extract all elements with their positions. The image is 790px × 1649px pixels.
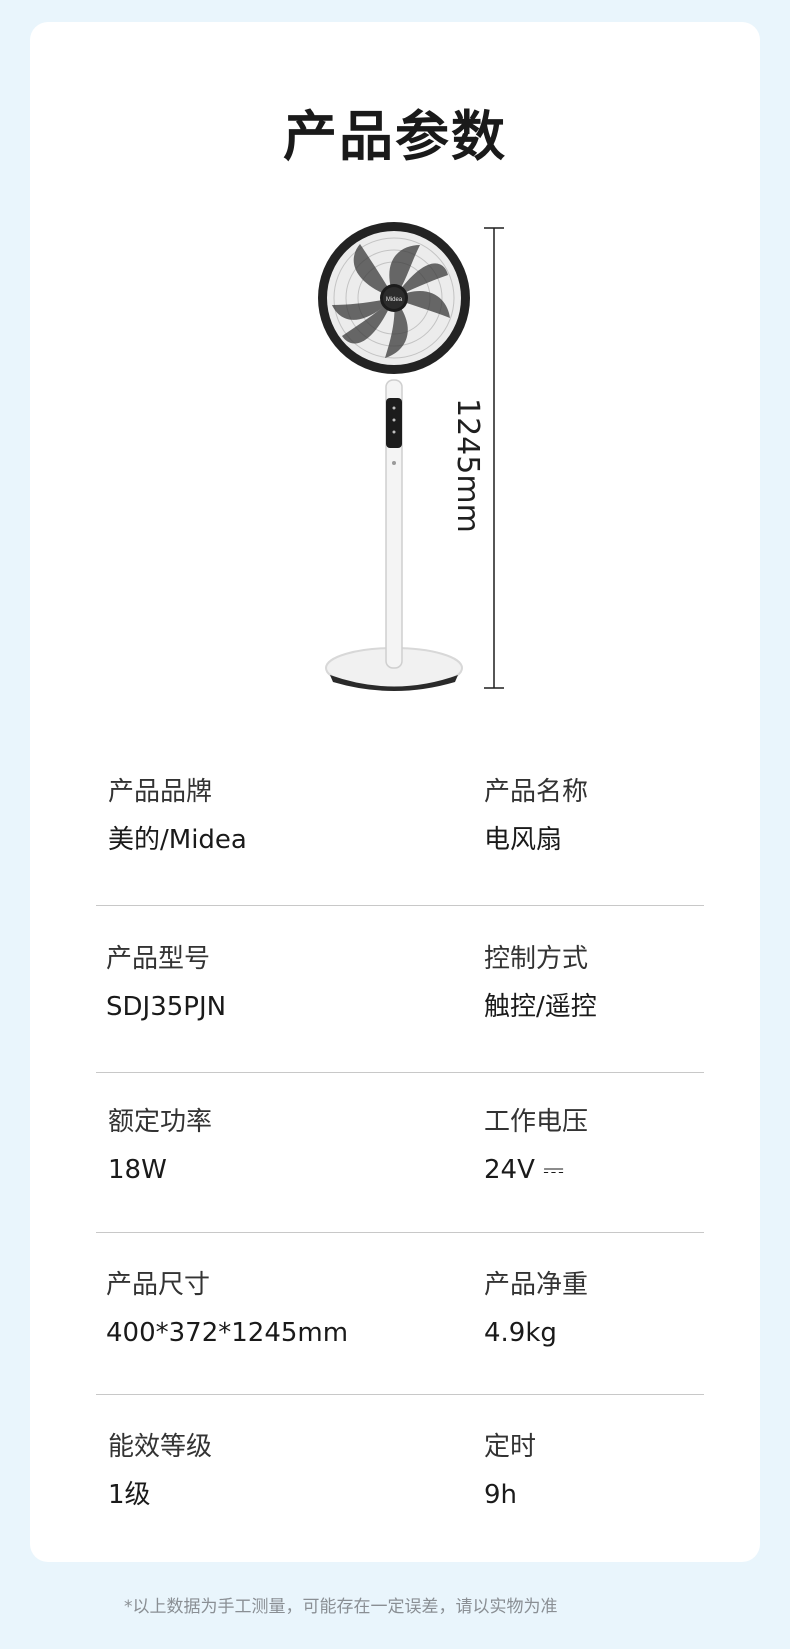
spec-label: 控制方式 bbox=[484, 944, 589, 974]
spec-cell-operating-voltage: 工作电压 24V ⎓ bbox=[484, 1105, 588, 1187]
spec-cell-dimensions: 产品尺寸 400*372*1245mm bbox=[106, 1268, 348, 1350]
spec-label: 产品净重 bbox=[484, 1270, 589, 1300]
height-dimension-label: 1245mm bbox=[450, 398, 485, 533]
spec-value: SDJ35PJN bbox=[106, 992, 227, 1022]
spec-cell-brand: 产品品牌 美的/Midea bbox=[108, 775, 247, 857]
spec-value: 9h bbox=[484, 1480, 518, 1510]
spec-label: 额定功率 bbox=[108, 1107, 213, 1137]
fan-product-image: Midea bbox=[318, 222, 504, 691]
spec-label: 产品品牌 bbox=[108, 777, 213, 807]
spec-cell-energy-efficiency: 能效等级 1级 bbox=[108, 1430, 212, 1512]
spec-cell-rated-power: 额定功率 18W bbox=[108, 1105, 212, 1187]
spec-label: 定时 bbox=[484, 1432, 537, 1462]
row-divider bbox=[96, 1232, 704, 1233]
spec-value: 美的/Midea bbox=[108, 825, 247, 855]
spec-label: 能效等级 bbox=[108, 1432, 213, 1462]
spec-cell-control-mode: 控制方式 触控/遥控 bbox=[484, 942, 597, 1024]
spec-value: 4.9kg bbox=[484, 1318, 557, 1348]
spec-label: 产品型号 bbox=[106, 944, 211, 974]
spec-value: 24V ⎓ bbox=[484, 1155, 564, 1185]
row-divider bbox=[96, 1394, 704, 1395]
row-divider bbox=[96, 905, 704, 906]
spec-value: 触控/遥控 bbox=[484, 992, 597, 1022]
spec-value: 电风扇 bbox=[484, 825, 563, 855]
spec-value: 18W bbox=[108, 1155, 167, 1185]
row-divider bbox=[96, 1072, 704, 1073]
spec-cell-product-name: 产品名称 电风扇 bbox=[484, 775, 588, 857]
spec-label: 产品尺寸 bbox=[106, 1270, 211, 1300]
spec-label: 产品名称 bbox=[484, 777, 589, 807]
spec-cell-model: 产品型号 SDJ35PJN bbox=[106, 942, 226, 1024]
spec-value: 400*372*1245mm bbox=[106, 1318, 349, 1348]
spec-cell-timer: 定时 9h bbox=[484, 1430, 536, 1512]
spec-label: 工作电压 bbox=[484, 1107, 589, 1137]
svg-text:Midea: Midea bbox=[386, 297, 403, 303]
spec-cell-net-weight: 产品净重 4.9kg bbox=[484, 1268, 588, 1350]
disclaimer-footnote: *以上数据为手工测量，可能存在一定误差，请以实物为准 bbox=[124, 1597, 558, 1617]
spec-value: 1级 bbox=[108, 1480, 151, 1510]
